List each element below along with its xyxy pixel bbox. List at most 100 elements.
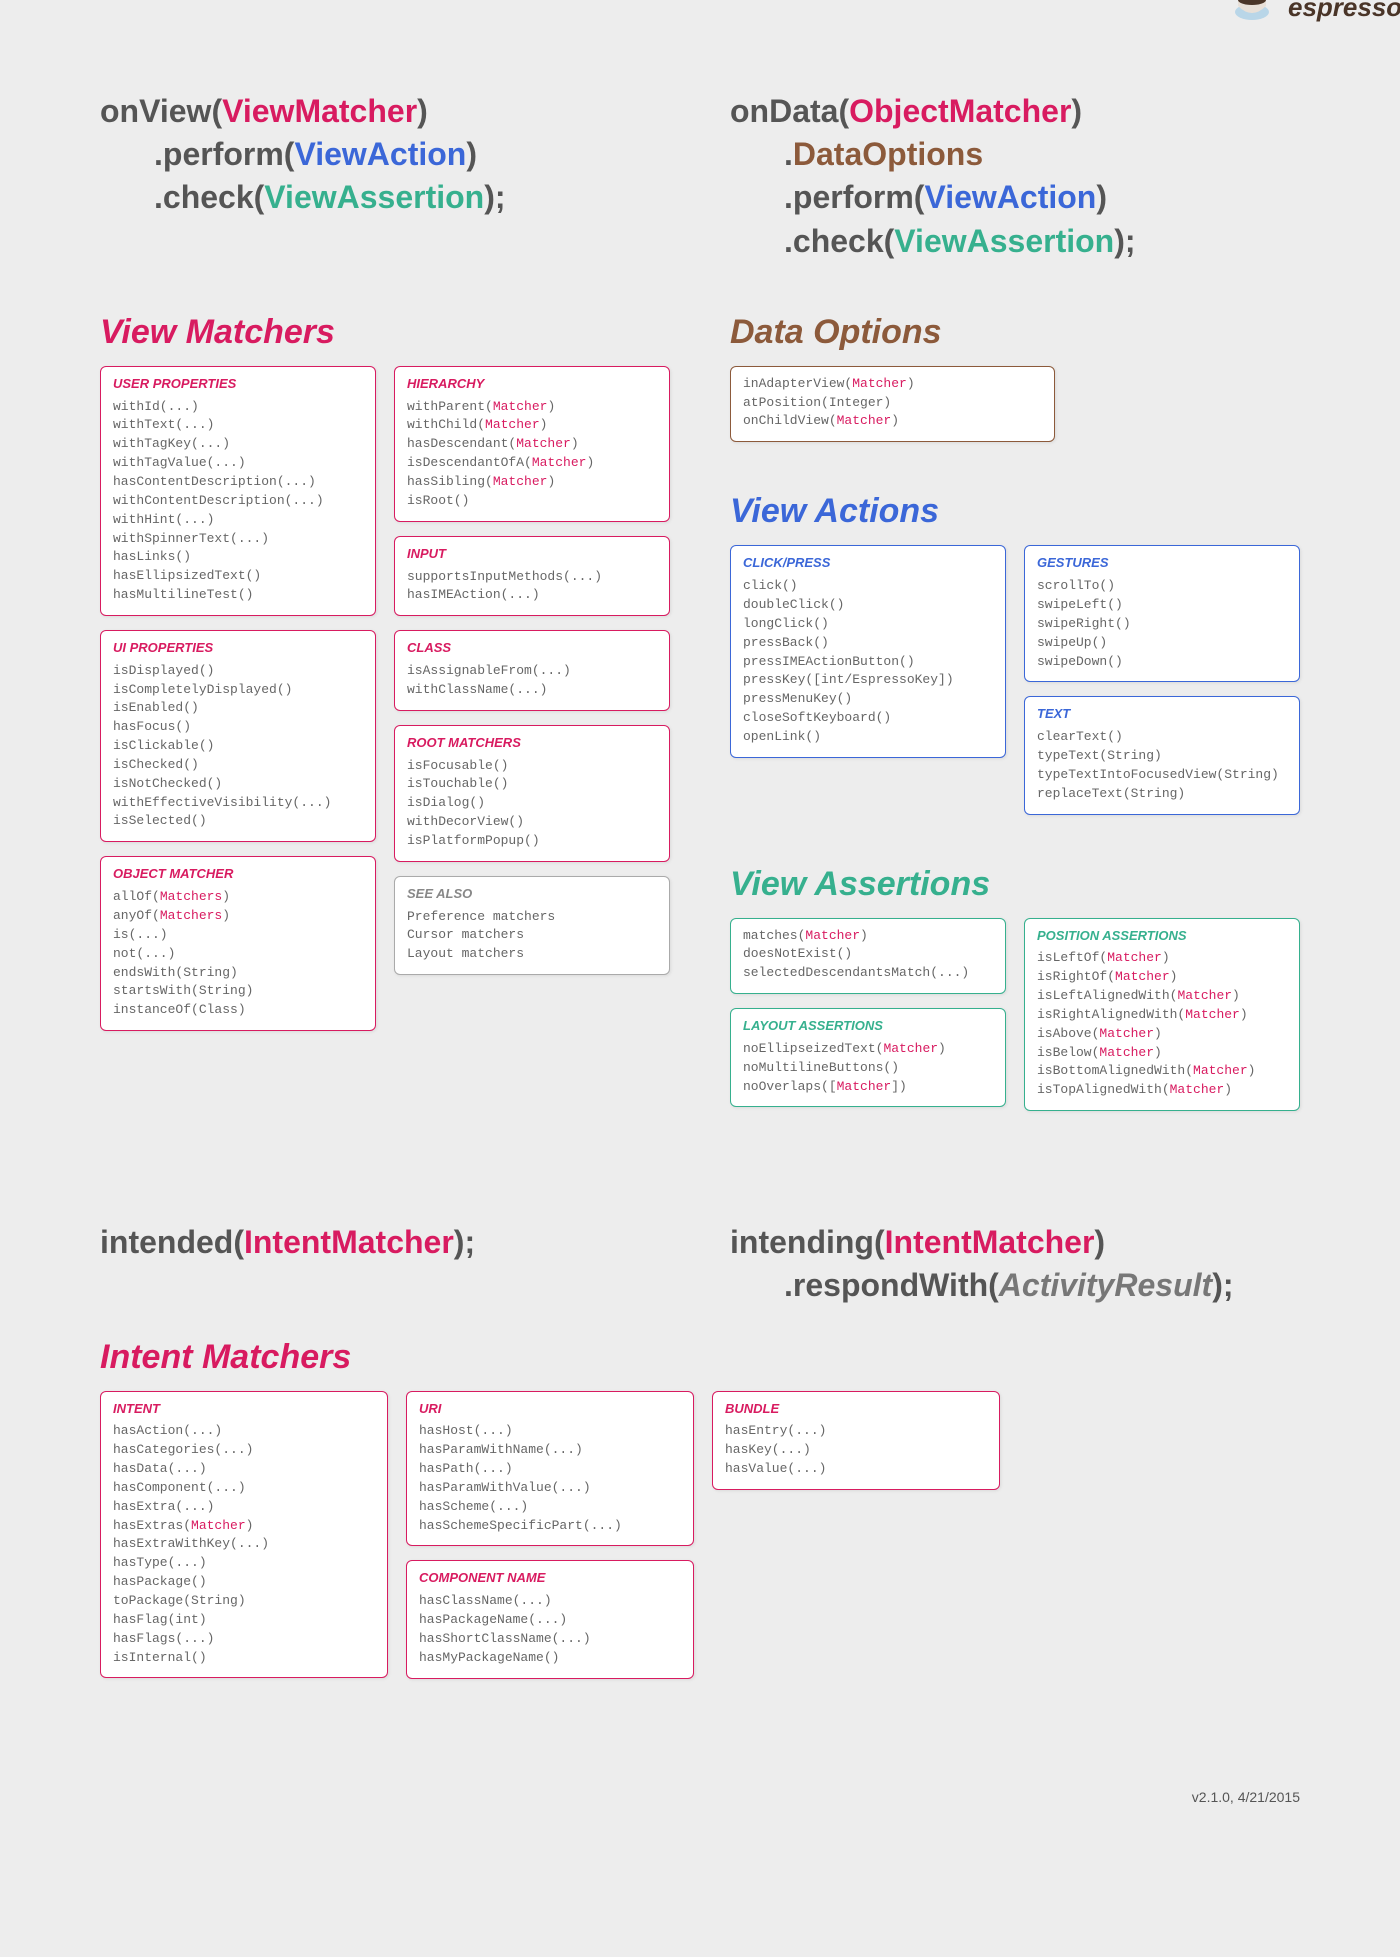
code-line: isLeftAlignedWith(Matcher) [1037, 987, 1287, 1006]
code-line: hasPath(...) [419, 1460, 681, 1479]
code-line: openLink() [743, 728, 993, 747]
code-line: inAdapterView(Matcher) [743, 375, 1042, 394]
code-line: withTagValue(...) [113, 454, 363, 473]
code-line: isInternal() [113, 1649, 375, 1668]
card-object-matcher: OBJECT MATCHER allOf(Matchers)anyOf(Matc… [100, 856, 376, 1031]
code-line: isNotChecked() [113, 775, 363, 794]
logo: CHEAT SHEET espresso 2.1 [1234, 0, 1400, 23]
view-assertions-title: View Assertions [730, 865, 1300, 904]
api-signatures: onView(ViewMatcher) .perform(ViewAction)… [100, 90, 1300, 263]
card-position-assertions: POSITION ASSERTIONS isLeftOf(Matcher)isR… [1024, 918, 1300, 1112]
code-line: supportsInputMethods(...) [407, 568, 657, 587]
onview-signature: onView(ViewMatcher) .perform(ViewAction)… [100, 90, 670, 220]
card-bundle: BUNDLE hasEntry(...)hasKey(...)hasValue(… [712, 1391, 1000, 1490]
code-line: withClassName(...) [407, 681, 657, 700]
code-line: isSelected() [113, 812, 363, 831]
code-line: isDescendantOfA(Matcher) [407, 454, 657, 473]
intending-signature: intending(IntentMatcher) .respondWith(Ac… [730, 1221, 1300, 1307]
code-line: hasIMEAction(...) [407, 586, 657, 605]
card-layout-assertions: LAYOUT ASSERTIONS noEllipseizedText(Matc… [730, 1008, 1006, 1107]
code-line: withHint(...) [113, 511, 363, 530]
code-line: isRightOf(Matcher) [1037, 968, 1287, 987]
code-line: selectedDescendantsMatch(...) [743, 964, 993, 983]
code-line: isClickable() [113, 737, 363, 756]
card-uri: URI hasHost(...)hasParamWithName(...)has… [406, 1391, 694, 1547]
card-intent: INTENT hasAction(...)hasCategories(...)h… [100, 1391, 388, 1679]
view-actions-title: View Actions [730, 492, 1300, 531]
code-line: isFocusable() [407, 757, 657, 776]
code-line: hasLinks() [113, 548, 363, 567]
code-line: hasPackage() [113, 1573, 375, 1592]
code-line: hasType(...) [113, 1554, 375, 1573]
code-line: noMultilineButtons() [743, 1059, 993, 1078]
code-line: isLeftOf(Matcher) [1037, 949, 1287, 968]
code-line: isDialog() [407, 794, 657, 813]
code-line: hasFlags(...) [113, 1630, 375, 1649]
espresso-cup-icon [1234, 0, 1278, 22]
code-line: Preference matchers [407, 908, 657, 927]
code-line: isBelow(Matcher) [1037, 1044, 1287, 1063]
intent-matchers-title: Intent Matchers [100, 1338, 1300, 1377]
code-line: isChecked() [113, 756, 363, 775]
card-assertions-main: matches(Matcher)doesNotExist()selectedDe… [730, 918, 1006, 995]
card-gestures: GESTURES scrollTo()swipeLeft()swipeRight… [1024, 545, 1300, 682]
code-line: endsWith(String) [113, 964, 363, 983]
code-line: matches(Matcher) [743, 927, 993, 946]
code-line: pressKey([int/EspressoKey]) [743, 671, 993, 690]
code-line: noEllipseizedText(Matcher) [743, 1040, 993, 1059]
card-class: CLASS isAssignableFrom(...)withClassName… [394, 630, 670, 711]
product-name: espresso 2.1 [1288, 0, 1400, 23]
code-line: Layout matchers [407, 945, 657, 964]
code-line: isPlatformPopup() [407, 832, 657, 851]
code-line: onChildView(Matcher) [743, 412, 1042, 431]
code-line: hasEllipsizedText() [113, 567, 363, 586]
code-line: click() [743, 577, 993, 596]
code-line: allOf(Matchers) [113, 888, 363, 907]
code-line: hasContentDescription(...) [113, 473, 363, 492]
code-line: hasClassName(...) [419, 1592, 681, 1611]
code-line: typeTextIntoFocusedView(String) [1037, 766, 1287, 785]
code-line: swipeLeft() [1037, 596, 1287, 615]
code-line: hasEntry(...) [725, 1422, 987, 1441]
code-line: not(...) [113, 945, 363, 964]
code-line: isAssignableFrom(...) [407, 662, 657, 681]
code-line: anyOf(Matchers) [113, 907, 363, 926]
footer-version: v2.1.0, 4/21/2015 [100, 1789, 1300, 1805]
code-line: toPackage(String) [113, 1592, 375, 1611]
code-line: hasValue(...) [725, 1460, 987, 1479]
code-line: hasPackageName(...) [419, 1611, 681, 1630]
code-line: isBottomAlignedWith(Matcher) [1037, 1062, 1287, 1081]
code-line: withChild(Matcher) [407, 416, 657, 435]
card-ui-properties: UI PROPERTIES isDisplayed()isCompletelyD… [100, 630, 376, 842]
code-line: isEnabled() [113, 699, 363, 718]
code-line: isRightAlignedWith(Matcher) [1037, 1006, 1287, 1025]
code-line: isRoot() [407, 492, 657, 511]
code-line: hasAction(...) [113, 1422, 375, 1441]
view-matchers-title: View Matchers [100, 313, 670, 352]
code-line: withId(...) [113, 398, 363, 417]
card-input: INPUT supportsInputMethods(...)hasIMEAct… [394, 536, 670, 617]
code-line: hasSchemeSpecificPart(...) [419, 1517, 681, 1536]
code-line: hasComponent(...) [113, 1479, 375, 1498]
code-line: isTouchable() [407, 775, 657, 794]
code-line: replaceText(String) [1037, 785, 1287, 804]
ondata-signature: onData(ObjectMatcher) .DataOptions .perf… [730, 90, 1300, 263]
code-line: hasMultilineTest() [113, 586, 363, 605]
code-line: withText(...) [113, 416, 363, 435]
code-line: isAbove(Matcher) [1037, 1025, 1287, 1044]
code-line: clearText() [1037, 728, 1287, 747]
code-line: withContentDescription(...) [113, 492, 363, 511]
code-line: atPosition(Integer) [743, 394, 1042, 413]
code-line: Cursor matchers [407, 926, 657, 945]
code-line: pressMenuKey() [743, 690, 993, 709]
code-line: hasScheme(...) [419, 1498, 681, 1517]
code-line: pressBack() [743, 634, 993, 653]
code-line: hasParamWithName(...) [419, 1441, 681, 1460]
code-line: swipeDown() [1037, 653, 1287, 672]
code-line: instanceOf(Class) [113, 1001, 363, 1020]
code-line: isTopAlignedWith(Matcher) [1037, 1081, 1287, 1100]
code-line: hasCategories(...) [113, 1441, 375, 1460]
code-line: hasKey(...) [725, 1441, 987, 1460]
code-line: hasDescendant(Matcher) [407, 435, 657, 454]
code-line: noOverlaps([Matcher]) [743, 1078, 993, 1097]
